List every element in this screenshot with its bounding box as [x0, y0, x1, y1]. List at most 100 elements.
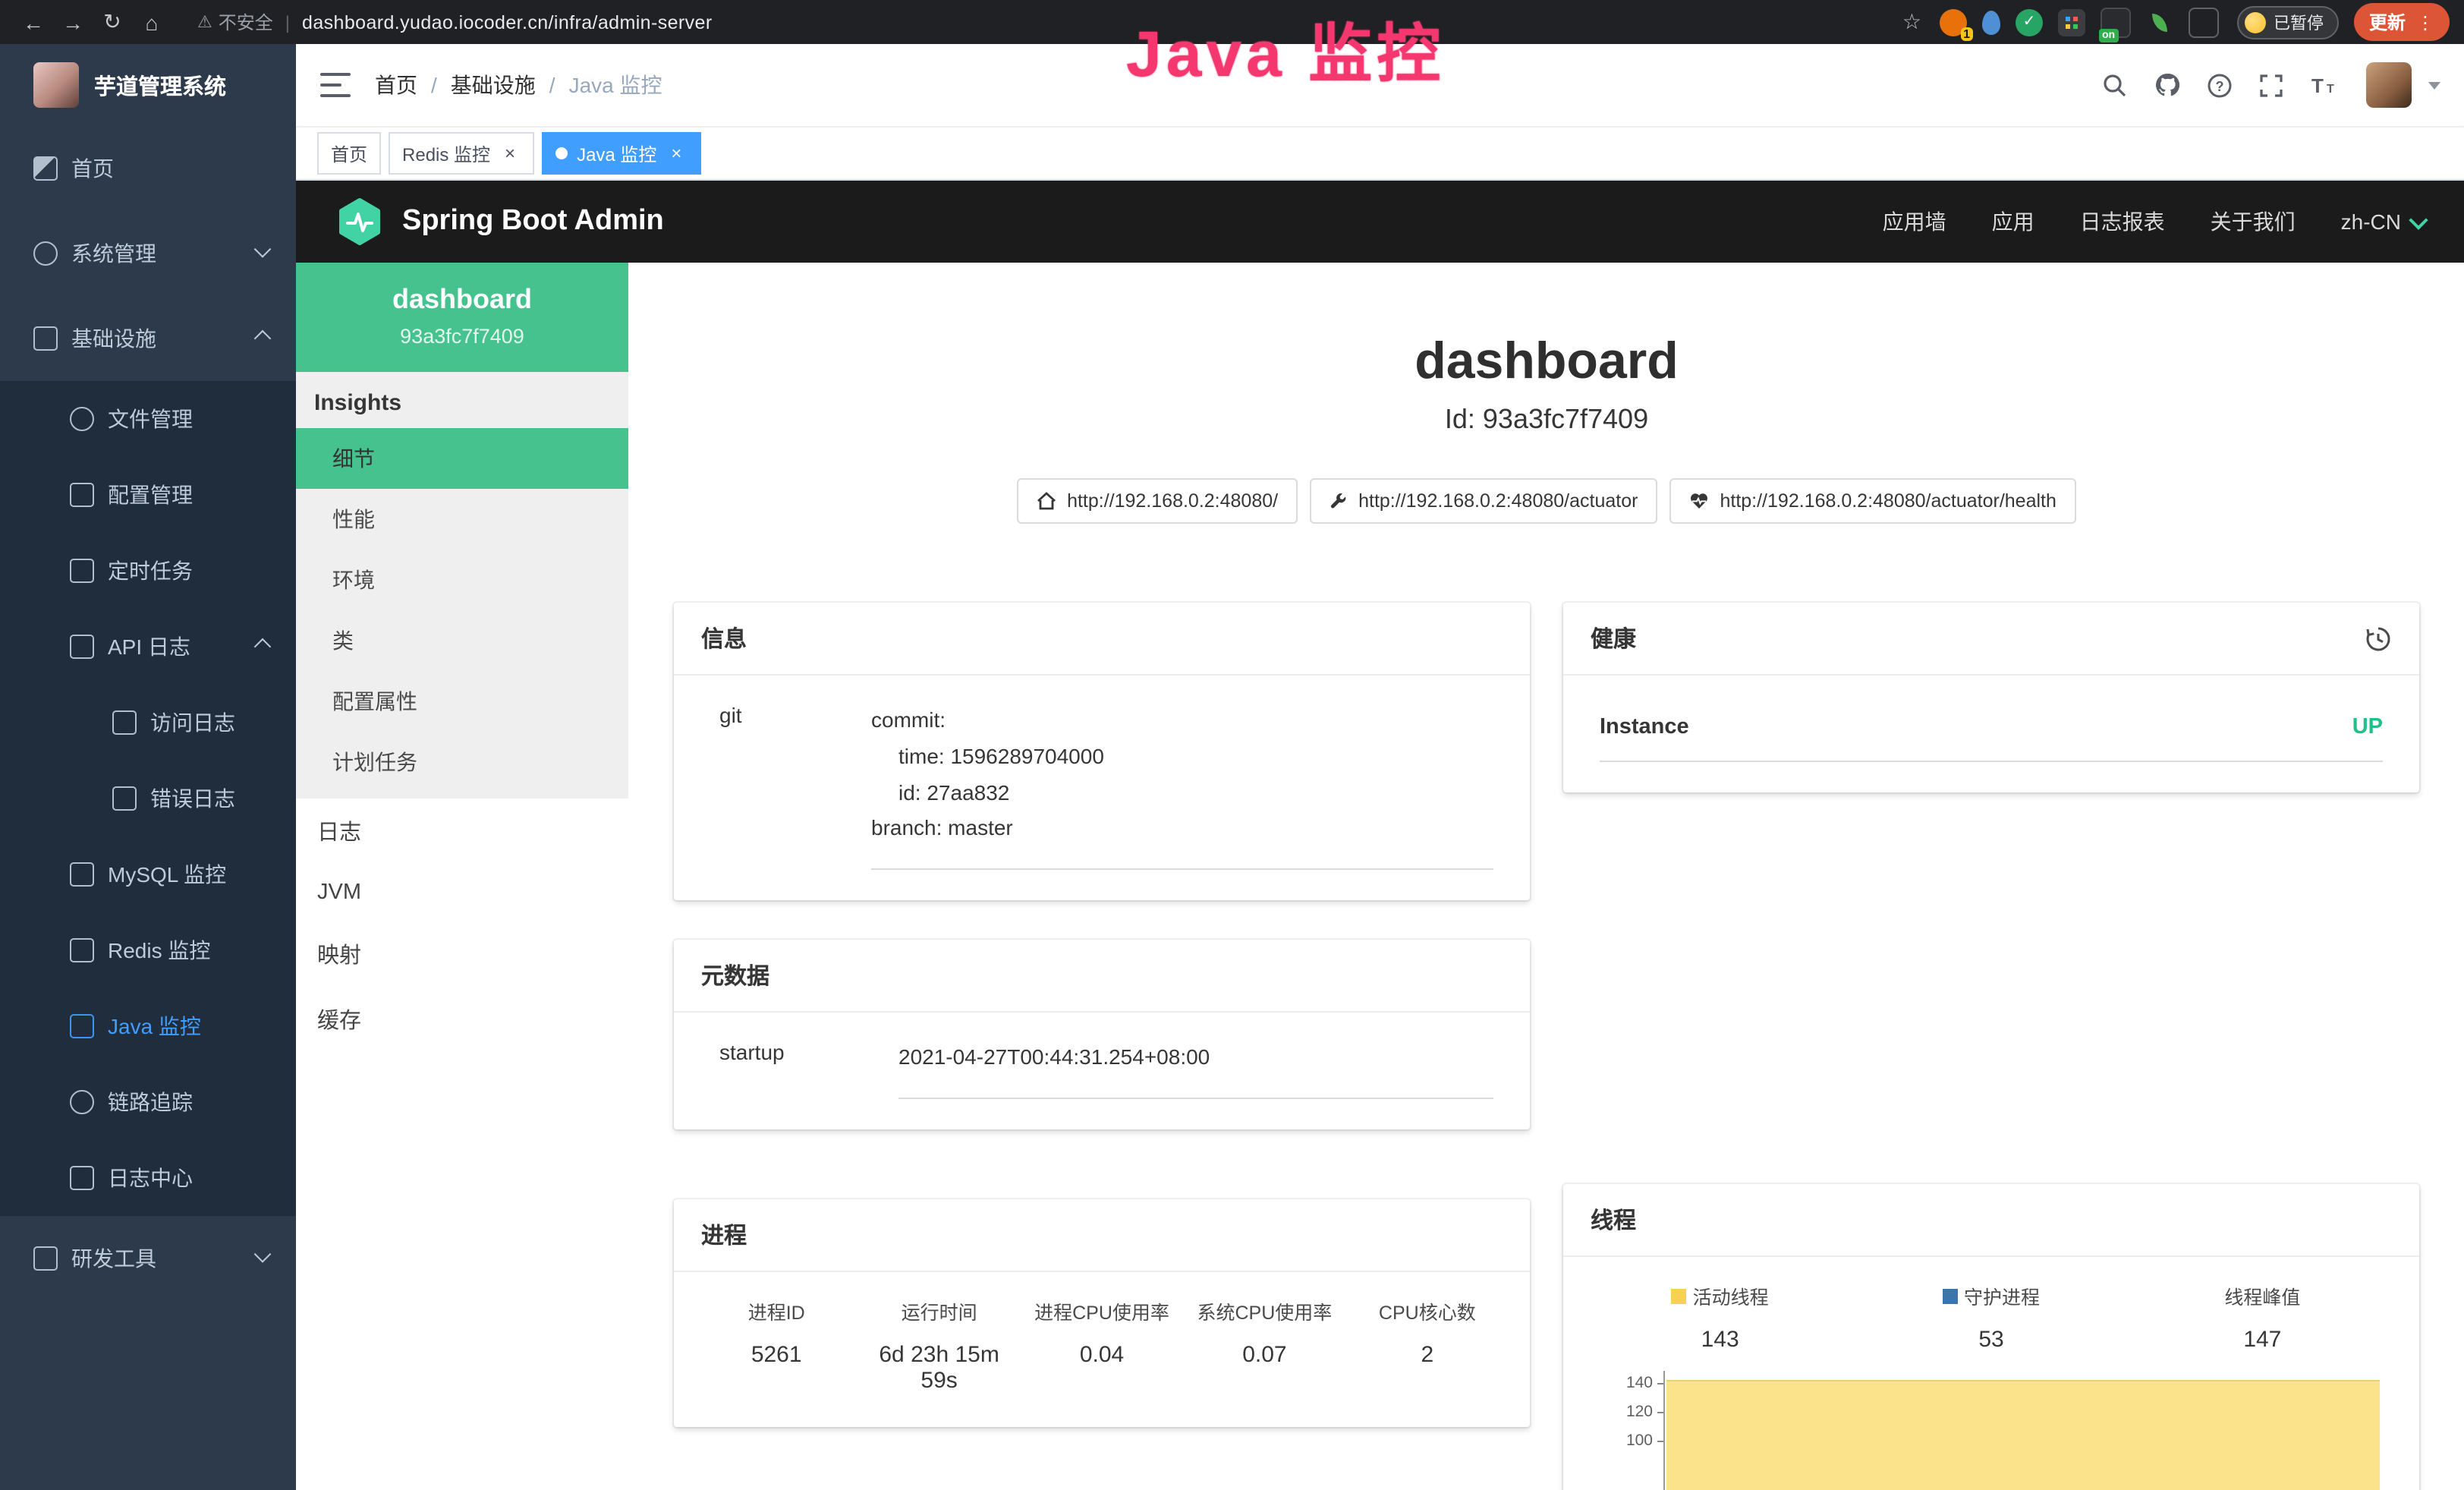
security-warning-icon: ⚠ [197, 12, 212, 32]
sba-item-caches[interactable]: 缓存 [296, 987, 628, 1052]
browser-reload-button[interactable]: ↻ [94, 5, 131, 39]
browser-forward-button[interactable]: → [55, 5, 91, 39]
sidebar-item-log-center[interactable]: 日志中心 [0, 1140, 296, 1216]
chevron-up-icon [254, 638, 272, 656]
file-icon [70, 407, 94, 431]
profile-sync-paused-chip[interactable]: 已暂停 [2237, 5, 2339, 39]
extension-drop-icon[interactable] [1982, 10, 2000, 34]
app-logo-image [33, 62, 79, 108]
sba-nav-applications[interactable]: 应用 [1992, 206, 2034, 237]
sba-item-beans[interactable]: 类 [296, 610, 628, 671]
history-icon[interactable] [2365, 625, 2392, 652]
sba-nav-wallboard[interactable]: 应用墙 [1883, 206, 1946, 237]
extension-grid-icon[interactable] [2058, 8, 2085, 36]
sidebar-item-api-logs[interactable]: API 日志 [0, 609, 296, 685]
breadcrumb-home[interactable]: 首页 [375, 70, 417, 100]
admin-sidebar: 芋道管理系统 首页 系统管理 基础设施 文件管理 配置管理 定时任务 [0, 44, 296, 1490]
sba-item-environment[interactable]: 环境 [296, 550, 628, 610]
sync-paused-label: 已暂停 [2274, 10, 2324, 34]
process-col-value: 2 [1346, 1342, 1509, 1368]
instance-actuator-link[interactable]: http://192.168.0.2:48080/actuator [1310, 478, 1657, 524]
extension-proxy-icon[interactable]: on [2101, 7, 2131, 37]
infrastructure-icon [33, 326, 58, 351]
info-key: git [719, 703, 871, 870]
breadcrumb-separator [549, 73, 555, 97]
tab-home[interactable]: 首页 [317, 132, 381, 175]
close-icon[interactable]: × [666, 143, 687, 164]
threads-chart-plot [1663, 1371, 2386, 1490]
browser-home-button[interactable]: ⌂ [134, 5, 170, 39]
browser-menu-icon[interactable]: ⋮ [2416, 11, 2434, 33]
sidebar-item-dev-tools[interactable]: 研发工具 [0, 1216, 296, 1301]
sidebar-item-config-management[interactable]: 配置管理 [0, 457, 296, 533]
sidebar-item-trace[interactable]: 链路追踪 [0, 1064, 296, 1140]
info-line: branch: master [871, 811, 1493, 848]
sba-brand-title[interactable]: Spring Boot Admin [402, 205, 664, 238]
sba-item-logfile[interactable]: 日志 [296, 799, 628, 864]
instance-health-link[interactable]: http://192.168.0.2:48080/actuator/health [1669, 478, 2075, 524]
info-line: time: 1596289704000 [871, 739, 1493, 776]
sba-item-jvm[interactable]: JVM [296, 864, 628, 921]
sba-nav-about[interactable]: 关于我们 [2211, 206, 2296, 237]
sidebar-item-scheduled-tasks[interactable]: 定时任务 [0, 533, 296, 609]
extensions-puzzle-icon[interactable] [2189, 7, 2219, 37]
mysql-icon [70, 862, 94, 887]
search-icon[interactable] [2102, 72, 2128, 98]
sba-insights-group: Insights 细节 性能 环境 类 配置属性 计划任务 [296, 372, 628, 799]
sidebar-item-redis-monitor[interactable]: Redis 监控 [0, 912, 296, 988]
chevron-down-icon [2409, 209, 2428, 228]
process-col-header: CPU核心数 [1346, 1296, 1509, 1325]
process-col-header: 运行时间 [858, 1296, 1020, 1325]
sba-item-details[interactable]: 细节 [296, 428, 628, 489]
close-icon[interactable]: × [499, 143, 521, 164]
threads-legend-row: 活动线程 143 守护进程 53 [1563, 1257, 2419, 1368]
sidebar-item-error-logs[interactable]: 错误日志 [0, 761, 296, 836]
legend-peak-threads-value: 147 [2127, 1327, 2398, 1353]
sba-nav-journal[interactable]: 日志报表 [2080, 206, 2165, 237]
sba-locale-select[interactable]: zh-CN [2341, 209, 2425, 234]
config-icon [70, 483, 94, 507]
tab-java-monitor[interactable]: Java 监控 × [542, 132, 700, 175]
sidebar-item-home[interactable]: 首页 [0, 126, 296, 211]
sidebar-item-infrastructure[interactable]: 基础设施 [0, 296, 296, 381]
health-instance-row: Instance UP [1600, 691, 2383, 762]
sidebar-item-mysql-monitor[interactable]: MySQL 监控 [0, 836, 296, 912]
extension-orange-icon[interactable]: 1 [1940, 8, 1967, 36]
active-dot [555, 147, 568, 159]
github-icon[interactable] [2154, 71, 2181, 99]
address-bar[interactable]: ⚠ 不安全 | dashboard.yudao.iocoder.cn/infra… [197, 9, 713, 35]
y-tick: 140 [1588, 1374, 1663, 1403]
extension-leaf-icon[interactable] [2146, 8, 2173, 36]
font-size-icon[interactable]: TT [2310, 73, 2340, 97]
sidebar-item-file-management[interactable]: 文件管理 [0, 381, 296, 457]
bookmark-star-icon[interactable]: ☆ [1902, 9, 1921, 35]
card-metadata-title: 元数据 [701, 959, 769, 991]
sidebar-collapse-icon[interactable] [320, 73, 351, 97]
sidebar-item-java-monitor[interactable]: Java 监控 [0, 988, 296, 1064]
sba-instance-header[interactable]: dashboard 93a3fc7f7409 [296, 263, 628, 372]
sba-item-mappings[interactable]: 映射 [296, 921, 628, 987]
sba-item-metrics[interactable]: 性能 [296, 489, 628, 550]
fullscreen-icon[interactable] [2258, 72, 2284, 98]
legend-live-threads-swatch [1672, 1288, 1687, 1303]
access-log-icon [112, 710, 137, 735]
chrome-update-button[interactable]: 更新 ⋮ [2354, 3, 2450, 41]
avatar-caret-icon[interactable] [2428, 81, 2440, 89]
sba-item-scheduled-tasks[interactable]: 计划任务 [296, 732, 628, 792]
extension-check-icon[interactable] [2016, 8, 2043, 36]
sidebar-item-system-management[interactable]: 系统管理 [0, 211, 296, 296]
main-area: 首页 基础设施 Java 监控 ? [296, 44, 2464, 1490]
tab-redis-monitor[interactable]: Redis 监控 × [389, 132, 534, 175]
security-label: 不安全 [219, 9, 273, 35]
instance-base-url-link[interactable]: http://192.168.0.2:48080/ [1017, 478, 1298, 524]
sba-header: Spring Boot Admin 应用墙 应用 日志报表 关于我们 zh-CN [296, 181, 2464, 263]
breadcrumb-infrastructure[interactable]: 基础设施 [451, 70, 536, 100]
help-icon[interactable]: ? [2207, 72, 2233, 98]
home-icon [33, 156, 58, 181]
sidebar-item-access-logs[interactable]: 访问日志 [0, 685, 296, 761]
threads-chart-area [1666, 1380, 2380, 1490]
browser-back-button[interactable]: ← [15, 5, 52, 39]
sba-item-config-props[interactable]: 配置属性 [296, 671, 628, 732]
user-avatar[interactable] [2366, 62, 2412, 108]
app-logo[interactable]: 芋道管理系统 [0, 44, 296, 126]
